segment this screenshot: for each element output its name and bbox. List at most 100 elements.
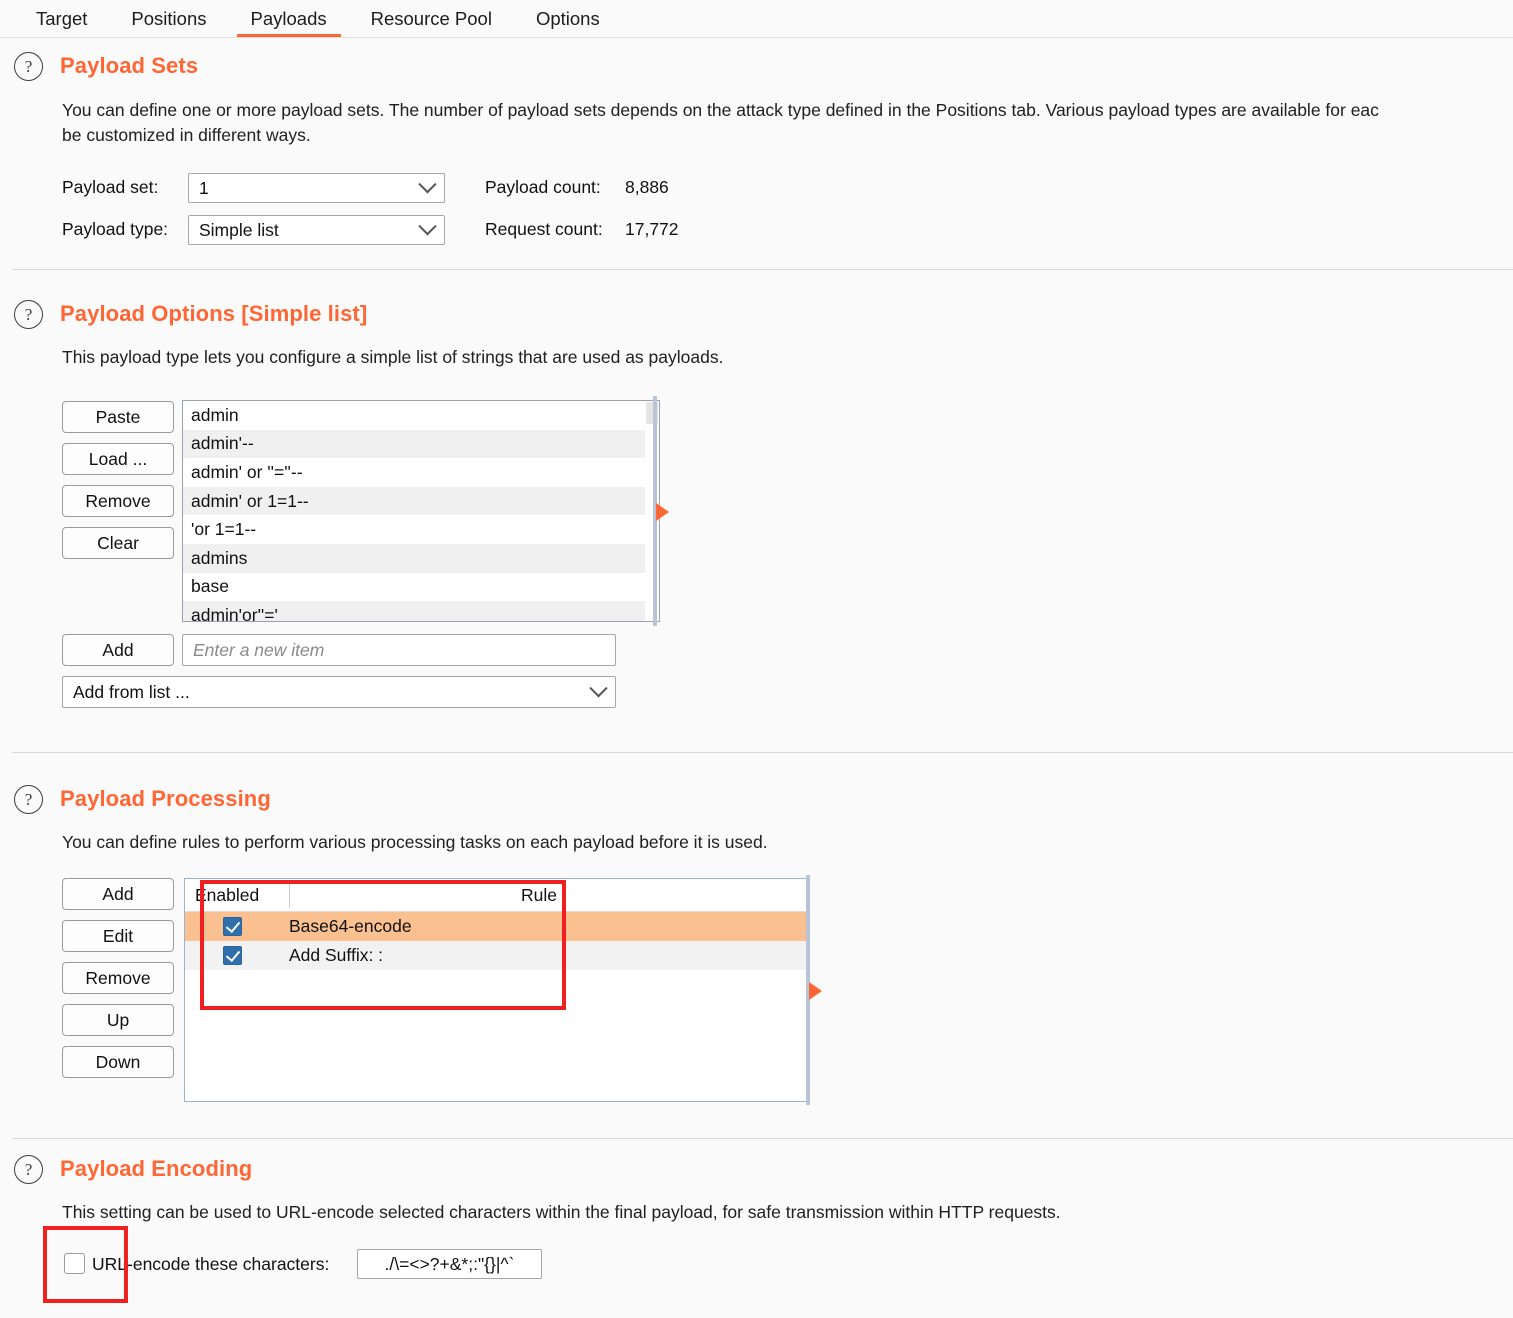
list-item[interactable]: admin'or''=' (183, 601, 659, 621)
section-title: Payload Sets (60, 53, 199, 78)
button-label: Remove (85, 490, 151, 511)
payload-sets-section: ? Payload Sets (0, 52, 1513, 86)
tab-options[interactable]: Options (514, 7, 622, 38)
tab-resource-pool[interactable]: Resource Pool (349, 7, 514, 38)
payload-sets-header: ? Payload Sets (0, 52, 1513, 86)
payload-set-label: Payload set: (62, 177, 159, 197)
section-divider (12, 752, 1513, 753)
payload-set-dropdown[interactable]: 1 (188, 173, 445, 203)
list-item[interactable]: base (183, 573, 659, 602)
payload-type-value: Simple list (199, 219, 279, 240)
rule-down-button[interactable]: Down (62, 1046, 174, 1078)
add-from-list-value: Add from list ... (73, 681, 190, 702)
rule-label: Add Suffix: : (289, 945, 384, 965)
button-label: Down (95, 1051, 141, 1072)
section-title: Payload Encoding (60, 1156, 253, 1181)
payload-type-label: Payload type: (62, 219, 169, 239)
new-item-placeholder: Enter a new item (193, 639, 325, 660)
payload-list-splitter[interactable] (653, 396, 675, 626)
help-icon[interactable]: ? (14, 785, 43, 814)
column-header-enabled: Enabled (195, 885, 260, 905)
list-item[interactable]: admin'-- (183, 429, 659, 459)
chevron-down-icon (418, 216, 437, 235)
payload-sets-description-line2: be customized in different ways. (62, 125, 311, 145)
tab-label: Target (36, 7, 88, 29)
tab-positions[interactable]: Positions (109, 7, 228, 38)
tab-label: Resource Pool (370, 7, 492, 29)
remove-button[interactable]: Remove (62, 485, 174, 517)
payload-options-section: ? Payload Options [Simple list] (0, 300, 1513, 334)
load-button[interactable]: Load ... (62, 443, 174, 475)
payload-sets-description-line1: You can define one or more payload sets.… (62, 100, 1379, 120)
rules-table-splitter[interactable] (806, 875, 828, 1105)
payload-processing-section: ? Payload Processing (0, 785, 1513, 819)
rules-table-header: Enabled Rule (185, 879, 806, 912)
request-count-label: Request count: (485, 219, 603, 239)
payload-processing-description: You can define rules to perform various … (62, 832, 768, 852)
help-icon[interactable]: ? (14, 300, 43, 329)
payload-set-value: 1 (199, 177, 209, 198)
tab-label: Positions (131, 7, 207, 29)
list-item[interactable]: admin (183, 401, 659, 430)
tab-label: Payloads (250, 7, 327, 29)
button-label: Add (102, 883, 134, 904)
tab-payloads[interactable]: Payloads (229, 7, 349, 38)
column-separator (289, 882, 290, 908)
section-divider (12, 1138, 1513, 1139)
payload-count-value: 8,886 (625, 177, 669, 197)
request-count-value: 17,772 (625, 219, 679, 239)
button-label: Add (102, 639, 134, 660)
rule-label: Base64-encode (289, 916, 412, 936)
button-label: Paste (95, 406, 141, 427)
column-header-rule: Rule (521, 885, 557, 905)
rule-remove-button[interactable]: Remove (62, 962, 174, 994)
table-row[interactable]: Add Suffix: : (185, 941, 806, 970)
tab-label: Options (535, 7, 600, 29)
new-item-input[interactable]: Enter a new item (182, 634, 616, 666)
payload-encoding-header: ? Payload Encoding (0, 1155, 1513, 1189)
help-icon[interactable]: ? (14, 1155, 43, 1184)
add-item-button[interactable]: Add (62, 634, 174, 666)
payload-type-dropdown[interactable]: Simple list (188, 215, 445, 245)
tab-target[interactable]: Target (14, 7, 109, 38)
chevron-down-icon (418, 174, 437, 193)
rule-enabled-checkbox[interactable] (223, 946, 242, 965)
rule-up-button[interactable]: Up (62, 1004, 174, 1036)
section-divider (12, 269, 1513, 270)
url-encode-characters-input[interactable]: ./\=<>?+&*;:"{}|^` (357, 1249, 542, 1279)
rule-add-button[interactable]: Add (62, 878, 174, 910)
button-label: Edit (102, 925, 134, 946)
intruder-tab-bar: Target Positions Payloads Resource Pool … (0, 0, 1513, 38)
button-label: Up (106, 1009, 130, 1030)
payload-encoding-section: ? Payload Encoding (0, 1155, 1513, 1189)
clear-button[interactable]: Clear (62, 527, 174, 559)
payload-list[interactable]: admin admin'-- admin' or ''=''-- admin' … (182, 400, 660, 622)
list-item[interactable]: 'or 1=1-- (183, 515, 659, 544)
paste-button[interactable]: Paste (62, 401, 174, 433)
url-encode-checkbox[interactable] (64, 1253, 85, 1274)
section-title: Payload Processing (60, 786, 271, 811)
rule-edit-button[interactable]: Edit (62, 920, 174, 952)
help-icon[interactable]: ? (14, 52, 43, 81)
payload-options-header: ? Payload Options [Simple list] (0, 300, 1513, 334)
expand-triangle-icon[interactable] (656, 503, 669, 521)
button-label: Clear (97, 532, 139, 553)
add-from-list-dropdown[interactable]: Add from list ... (62, 676, 616, 708)
section-title: Payload Options [Simple list] (60, 301, 368, 326)
payload-processing-header: ? Payload Processing (0, 785, 1513, 819)
list-item[interactable]: admin' or ''=''-- (183, 458, 659, 487)
rule-enabled-checkbox[interactable] (223, 917, 242, 936)
payload-options-description: This payload type lets you configure a s… (62, 347, 724, 367)
intruder-payloads-panel: Target Positions Payloads Resource Pool … (0, 0, 1513, 1318)
url-encode-characters-value: ./\=<>?+&*;:"{}|^` (384, 1253, 515, 1274)
chevron-down-icon (589, 678, 608, 697)
url-encode-label: URL-encode these characters: (92, 1254, 330, 1274)
button-label: Remove (85, 967, 151, 988)
payload-processing-rules-table[interactable]: Enabled Rule Base64-encode Add Suffix: : (184, 878, 807, 1102)
payload-encoding-description: This setting can be used to URL-encode s… (62, 1202, 1061, 1222)
table-row[interactable]: Base64-encode (185, 912, 806, 941)
list-item[interactable]: admin' or 1=1-- (183, 486, 659, 516)
list-item[interactable]: admins (183, 543, 659, 573)
expand-triangle-icon[interactable] (809, 982, 822, 1000)
payload-count-label: Payload count: (485, 177, 601, 197)
